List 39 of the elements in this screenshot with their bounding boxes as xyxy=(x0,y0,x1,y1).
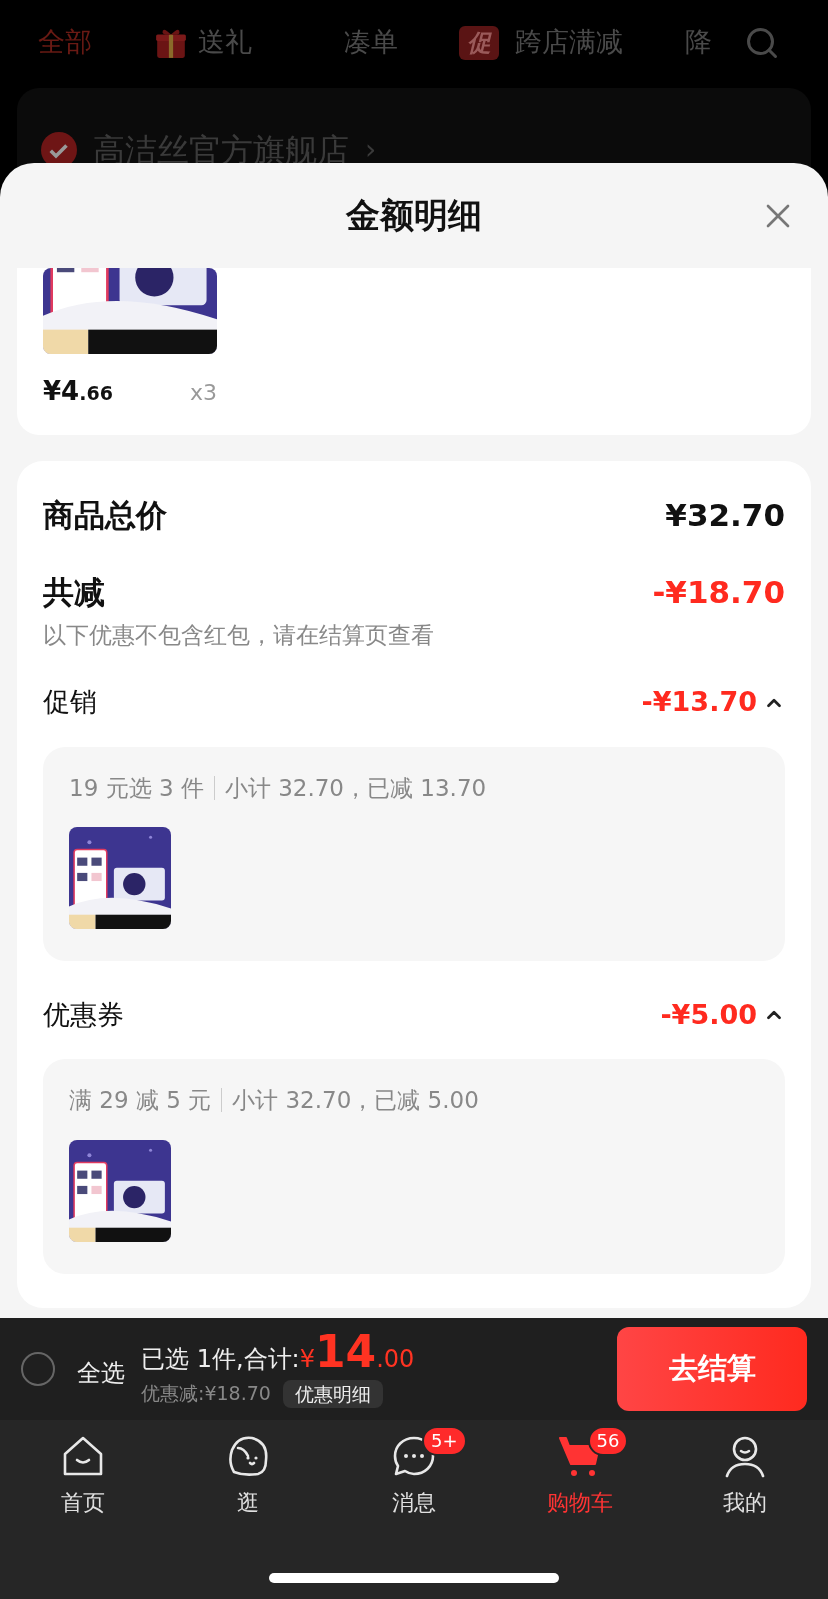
count-badge: 5+ xyxy=(422,1426,467,1456)
section-label: 促销 xyxy=(43,685,97,720)
reduction-value: -¥18.70 xyxy=(652,572,785,612)
section-label: 优惠券 xyxy=(43,997,124,1032)
discount-detail-button[interactable]: 优惠明细 xyxy=(282,1379,383,1408)
section-value: -¥13.70 xyxy=(641,685,757,720)
nav-tab[interactable]: 首页 xyxy=(0,1432,166,1530)
subtotal-text: 小计 32.70，已减 5.00 xyxy=(232,1086,479,1115)
total-label: 商品总价 xyxy=(43,495,167,535)
nav-tab[interactable]: 我的 xyxy=(662,1432,828,1530)
rule-text: 满 29 减 5 元 xyxy=(69,1086,212,1115)
item-price: ¥4.66 xyxy=(43,375,113,408)
nav-label: 逛 xyxy=(237,1489,260,1517)
sheet-title: 金额明细 xyxy=(346,194,482,237)
count-badge: 56 xyxy=(587,1426,629,1456)
total-amount: ¥14.00 xyxy=(299,1330,415,1378)
category-tab[interactable]: 凑单 xyxy=(343,22,398,63)
section-toggle[interactable]: -¥5.00 xyxy=(660,994,785,1036)
category-tab[interactable]: 跨店满减 xyxy=(515,22,624,63)
checkout-button[interactable]: 去结算 xyxy=(617,1327,807,1411)
rule-text: 19 元选 3 件 xyxy=(69,773,204,803)
nav-label: 首页 xyxy=(60,1489,105,1517)
reduction-label: 共减 xyxy=(43,572,105,612)
category-tab[interactable]: 降 xyxy=(685,22,713,63)
category-tab[interactable]: 送礼 xyxy=(197,22,252,63)
item-quantity: x3 xyxy=(189,379,217,407)
nav-label: 购物车 xyxy=(546,1489,613,1517)
nav-label: 我的 xyxy=(723,1489,768,1517)
subtotal-text: 小计 32.70，已减 13.70 xyxy=(224,773,487,803)
section-toggle[interactable]: -¥13.70 xyxy=(641,682,785,723)
promo-badge: 促 xyxy=(459,25,500,60)
nav-label: 消息 xyxy=(392,1489,436,1517)
reduction-note: 以下优惠不包含红包，请在结算页查看 xyxy=(43,621,435,650)
nav-tab[interactable]: 逛 xyxy=(165,1432,332,1530)
total-value: ¥32.70 xyxy=(665,495,785,535)
section-value: -¥5.00 xyxy=(660,997,757,1032)
discount-text: 优惠减:¥18.70 xyxy=(141,1381,271,1407)
selected-summary: 已选 1件,合计: xyxy=(141,1344,300,1376)
select-all-label[interactable]: 全选 xyxy=(77,1355,125,1391)
